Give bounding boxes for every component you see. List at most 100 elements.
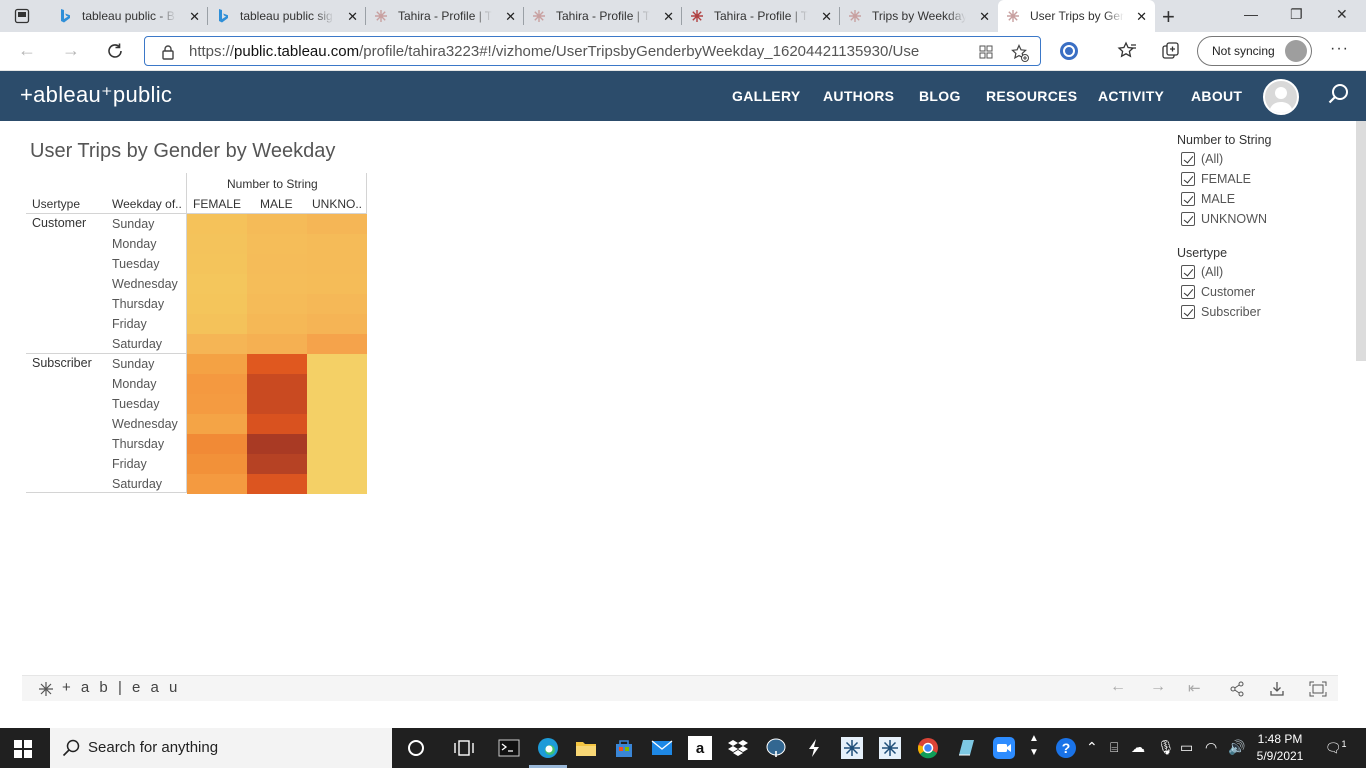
checkbox-checked-icon[interactable]	[1181, 265, 1195, 279]
tray-expand-icon[interactable]: ▲ ▼	[1029, 732, 1039, 760]
forward-icon[interactable]: →	[62, 40, 80, 61]
revert-icon[interactable]: ⇤	[1188, 679, 1201, 697]
redo-icon[interactable]: →	[1150, 678, 1166, 696]
nav-blog[interactable]: BLOG	[919, 88, 961, 104]
heatmap-cell[interactable]	[187, 354, 247, 374]
browser-tab[interactable]: Tahira - Profile | T ✕	[682, 0, 840, 32]
notification-icon[interactable]: 🗨1	[1325, 739, 1347, 756]
heatmap-cell[interactable]	[187, 434, 247, 454]
checkbox-checked-icon[interactable]	[1181, 212, 1195, 226]
back-icon[interactable]: ←	[18, 40, 36, 61]
filter-option-all[interactable]: (All)	[1181, 152, 1223, 166]
share-icon[interactable]	[1229, 681, 1245, 697]
heatmap-cell[interactable]	[307, 354, 367, 374]
heatmap-cell[interactable]	[307, 294, 367, 314]
close-icon[interactable]: ✕	[979, 9, 990, 25]
nav-gallery[interactable]: GALLERY	[732, 88, 800, 104]
browser-tab-active[interactable]: User Trips by Gen ✕	[998, 0, 1155, 32]
download-icon[interactable]	[1269, 681, 1285, 697]
checkbox-checked-icon[interactable]	[1181, 305, 1195, 319]
heatmap-cell[interactable]	[187, 474, 247, 494]
heatmap-cell[interactable]	[187, 214, 247, 234]
file-explorer-icon[interactable]	[574, 736, 598, 760]
windows-start-icon[interactable]	[14, 740, 32, 758]
heatmap-cell[interactable]	[307, 414, 367, 434]
tableau-public-logo[interactable]: +ableau⁺public	[20, 82, 172, 108]
chevron-up-icon[interactable]: ⌃	[1086, 739, 1098, 756]
help-icon[interactable]: ?	[1055, 737, 1077, 762]
tableau-app-icon[interactable]	[878, 736, 902, 760]
heatmap-cell[interactable]	[187, 394, 247, 414]
heatmap-cell[interactable]	[307, 254, 367, 274]
dropbox-icon[interactable]	[726, 736, 750, 760]
taskbar-search-box[interactable]: Search for anything	[50, 728, 392, 768]
url-bar[interactable]: https://public.tableau.com/profile/tahir…	[144, 36, 1041, 66]
heatmap-cell[interactable]	[187, 234, 247, 254]
heatmap-cell[interactable]	[247, 214, 307, 234]
minimize-icon[interactable]: —	[1244, 6, 1258, 22]
heatmap-cell[interactable]	[307, 394, 367, 414]
browser-tab[interactable]: Trips by Weekday ✕	[840, 0, 998, 32]
tab-actions-icon[interactable]	[14, 8, 30, 24]
heatmap-cell[interactable]	[247, 434, 307, 454]
favorites-icon[interactable]	[1117, 41, 1137, 61]
heatmap-cell[interactable]	[247, 254, 307, 274]
microphone-icon[interactable]: 🎙	[1157, 739, 1175, 756]
user-avatar[interactable]	[1263, 79, 1299, 115]
close-icon[interactable]: ✕	[821, 9, 832, 25]
browser-tab[interactable]: tableau public - B ✕	[50, 0, 208, 32]
heatmap-cell[interactable]	[307, 314, 367, 334]
vertical-scrollbar[interactable]	[1356, 121, 1366, 361]
checkbox-checked-icon[interactable]	[1181, 285, 1195, 299]
store-icon[interactable]	[612, 736, 636, 760]
heatmap-cell[interactable]	[247, 334, 307, 354]
heatmap-cell[interactable]	[247, 414, 307, 434]
browser-tab[interactable]: tableau public sig ✕	[208, 0, 366, 32]
heatmap-cell[interactable]	[187, 374, 247, 394]
heatmap-cell[interactable]	[307, 234, 367, 254]
amazon-icon[interactable]: a	[688, 736, 712, 760]
collections-icon[interactable]	[1161, 41, 1181, 61]
nav-resources[interactable]: RESOURCES	[986, 88, 1077, 104]
search-icon[interactable]	[1328, 83, 1350, 105]
url-text[interactable]: https://public.tableau.com/profile/tahir…	[189, 43, 964, 60]
heatmap-cell[interactable]	[307, 474, 367, 494]
system-clock[interactable]: 1:48 PM 5/9/2021	[1255, 731, 1305, 765]
heatmap-cell[interactable]	[247, 314, 307, 334]
notepad-icon[interactable]	[954, 736, 978, 760]
zoom-icon[interactable]	[992, 736, 1016, 760]
fullscreen-icon[interactable]	[1309, 681, 1327, 697]
heatmap-cell[interactable]	[187, 314, 247, 334]
checkbox-checked-icon[interactable]	[1181, 192, 1195, 206]
checkbox-checked-icon[interactable]	[1181, 172, 1195, 186]
filter-option-customer[interactable]: Customer	[1181, 285, 1255, 299]
profile-sync-button[interactable]: Not syncing	[1197, 36, 1312, 66]
heatmap-cell[interactable]	[187, 254, 247, 274]
heatmap-cell[interactable]	[307, 274, 367, 294]
wifi-icon[interactable]: ◠	[1205, 739, 1217, 756]
device-icon[interactable]: ⌸	[1110, 739, 1118, 756]
battery-icon[interactable]: ▭	[1180, 739, 1193, 756]
close-icon[interactable]: ✕	[189, 9, 200, 25]
new-tab-icon[interactable]: +	[1162, 4, 1175, 30]
heatmap-cell[interactable]	[187, 454, 247, 474]
close-icon[interactable]: ✕	[1136, 9, 1147, 25]
lightning-app-icon[interactable]	[802, 736, 826, 760]
heatmap-cell[interactable]	[307, 454, 367, 474]
terminal-icon[interactable]	[497, 736, 521, 760]
mail-icon[interactable]	[650, 736, 674, 760]
apps-icon[interactable]	[978, 44, 994, 60]
close-icon[interactable]: ✕	[505, 9, 516, 25]
heatmap-cell[interactable]	[247, 294, 307, 314]
refresh-icon[interactable]	[106, 42, 124, 60]
add-favorite-icon[interactable]	[1011, 44, 1029, 62]
heatmap-cell[interactable]	[187, 334, 247, 354]
filter-option-subscriber[interactable]: Subscriber	[1181, 305, 1261, 319]
filter-option-male[interactable]: MALE	[1181, 192, 1235, 206]
undo-icon[interactable]: ←	[1110, 678, 1126, 696]
heatmap-cell[interactable]	[187, 274, 247, 294]
heatmap-cell[interactable]	[247, 474, 307, 494]
checkbox-checked-icon[interactable]	[1181, 152, 1195, 166]
tableau-app-icon[interactable]	[840, 736, 864, 760]
heatmap-cell[interactable]	[307, 214, 367, 234]
